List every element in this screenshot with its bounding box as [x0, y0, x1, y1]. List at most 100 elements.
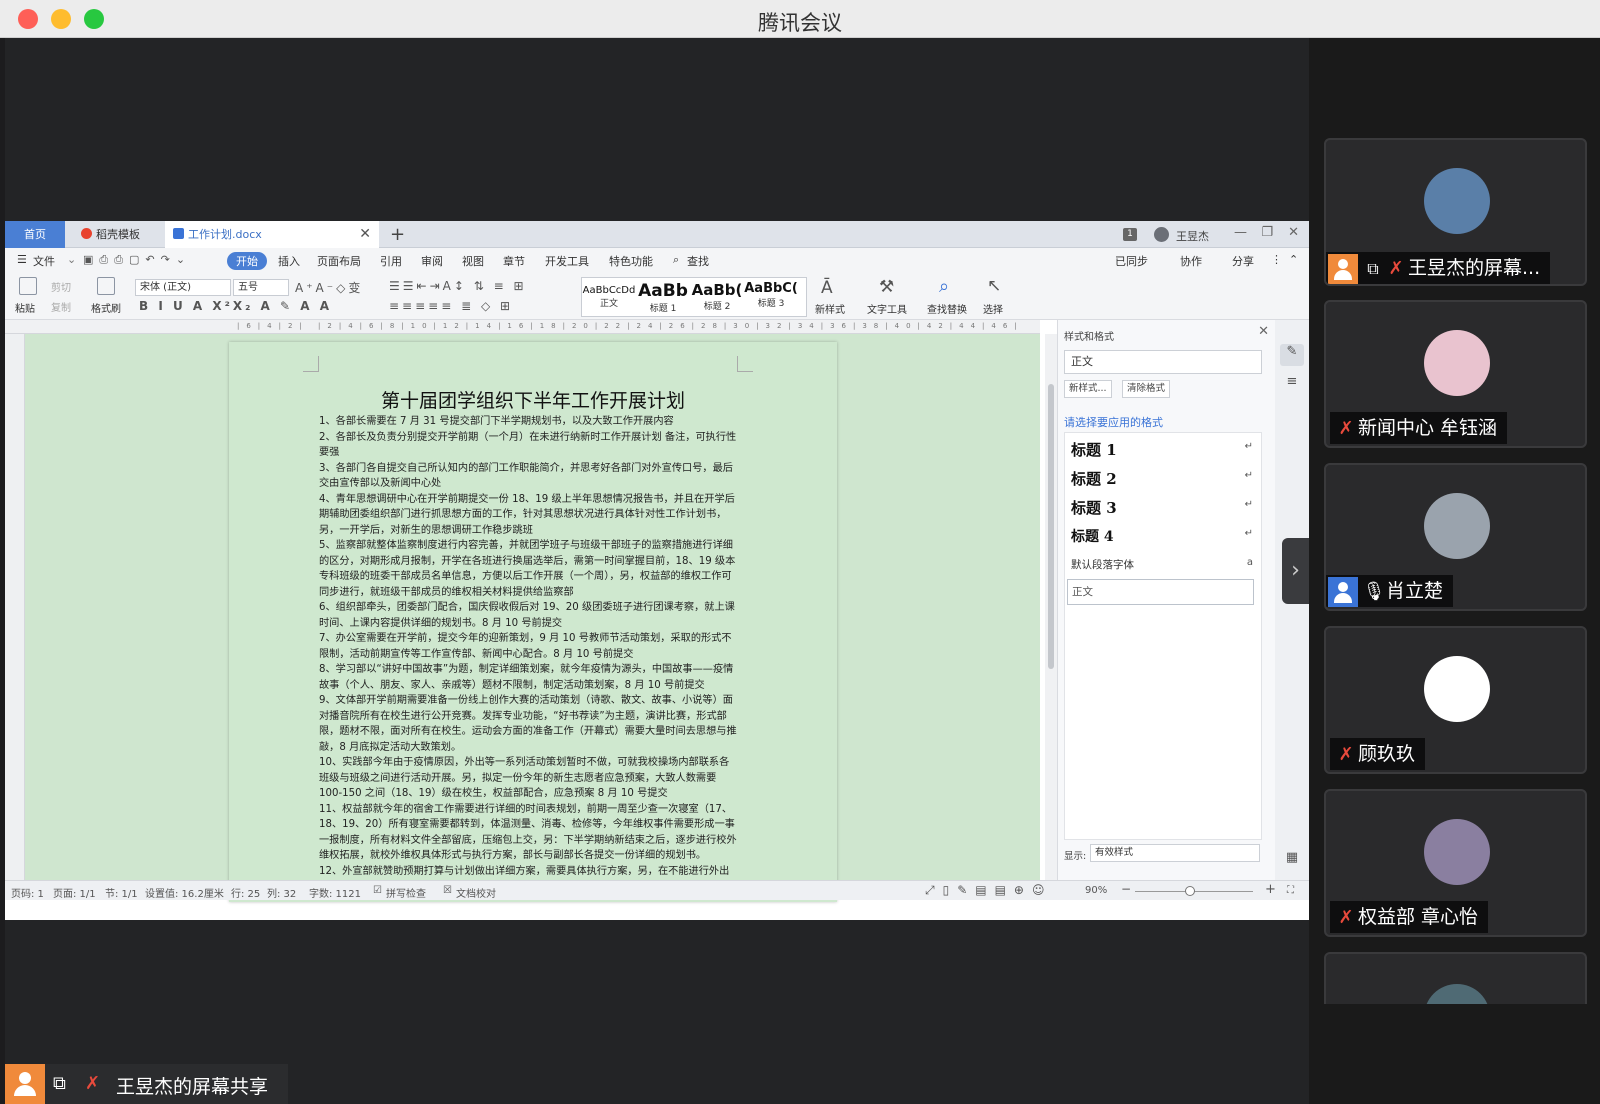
sync-status[interactable]: 已同步 [1115, 253, 1148, 269]
share-button[interactable]: 分享 [1232, 253, 1254, 269]
style-list-heading-4[interactable]: 标题 4 [1071, 526, 1114, 546]
new-style-icon[interactable]: Ā [821, 278, 833, 298]
zoom-out-icon[interactable]: − [1121, 882, 1131, 896]
spell-check-icon[interactable]: ☑ [373, 885, 382, 896]
vertical-ruler[interactable] [5, 334, 25, 900]
search-icon[interactable]: ⌕ [673, 253, 679, 267]
styles-panel-title: 样式和格式 [1064, 332, 1114, 343]
style-list-heading-1[interactable]: 标题 1 [1071, 439, 1117, 460]
zoom-in-icon[interactable]: + [1265, 882, 1276, 897]
menu-chapter[interactable]: 章节 [503, 253, 525, 269]
menu-home[interactable]: 开始 [227, 252, 267, 270]
style-list-heading-3[interactable]: 标题 3 [1071, 497, 1117, 518]
quick-access-icons[interactable]: ▣⎙⎙▢↶↷⌄ [83, 253, 191, 267]
new-style-button[interactable]: 新样式 [815, 301, 845, 316]
participant-tile-partial[interactable] [1324, 952, 1587, 1004]
tab-document[interactable]: 工作计划.docx ✕ [165, 221, 379, 248]
style-heading-1[interactable]: AaBb 标题 1 [636, 278, 690, 318]
spell-check-button[interactable]: 拼写检查 [386, 885, 426, 900]
font-size-tools[interactable]: A⁺A⁻◇变 [295, 279, 363, 296]
scrollbar-thumb[interactable] [1048, 384, 1054, 669]
window-count-badge[interactable]: 1 [1123, 228, 1137, 241]
collapse-sidebar-chevron-icon[interactable]: › [1282, 538, 1309, 604]
zoom-slider-handle[interactable] [1185, 886, 1195, 896]
show-label: 显示: [1064, 851, 1087, 862]
window-titlebar: 腾讯会议 [0, 0, 1600, 38]
menu-insert[interactable]: 插入 [278, 253, 300, 269]
menu-layout[interactable]: 页面布局 [317, 253, 361, 269]
tab-home[interactable]: 首页 [5, 221, 65, 248]
fit-window-icon[interactable]: ⛶ [1287, 885, 1294, 896]
paste-icon[interactable] [19, 277, 37, 295]
wrench-icon[interactable]: ⚒ [879, 277, 894, 297]
grid-icon[interactable]: ▦ [1280, 850, 1304, 872]
current-style-select[interactable]: 正文 [1064, 350, 1262, 374]
menu-review[interactable]: 审阅 [421, 253, 443, 269]
horizontal-ruler[interactable]: |6|4|2| |2|4|6|8|10|12|14|16|18|20|22|24… [5, 320, 1040, 334]
find-replace-button[interactable]: 查找替换 [927, 301, 967, 316]
chevron-down-icon[interactable]: ⌄ [67, 253, 76, 266]
apply-format-hint: 请选择要应用的格式 [1064, 416, 1163, 429]
user-name[interactable]: 王昱杰 [1176, 228, 1209, 244]
menu-features[interactable]: 特色功能 [609, 253, 653, 269]
align-tools[interactable]: ≡≡≡≡≡ ≣ ◇ ⊞ [389, 299, 513, 313]
show-filter-select[interactable]: 有效样式 [1090, 844, 1260, 862]
style-heading-2[interactable]: AaBb(标题 2 [690, 278, 744, 318]
participant-tile[interactable]: 🎙肖立楚 [1324, 463, 1587, 611]
view-mode-icons[interactable]: ⤢▯✎▤▤⊕☺ [925, 883, 1053, 898]
zoom-level[interactable]: 90% [1085, 885, 1107, 896]
font-name-select[interactable]: 宋体 (正文) [135, 279, 231, 296]
pen-icon[interactable]: ✎ [1280, 344, 1304, 366]
cut-button[interactable]: 剪切 [51, 279, 71, 294]
menu-find[interactable]: 查找 [687, 253, 709, 269]
document-scrollbar[interactable] [1045, 334, 1057, 894]
menu-devtools[interactable]: 开发工具 [545, 253, 589, 269]
paragraph: 10、实践部今年由于疫情原因，外出等一系列活动策划暂时不做，可就我校操场内部联系… [319, 757, 730, 799]
select-button[interactable]: 选择 [983, 301, 1003, 316]
proof-icon[interactable]: ☒ [443, 885, 452, 896]
menu-file[interactable]: 文件 [33, 253, 55, 269]
cursor-icon[interactable]: ↖ [987, 276, 1001, 296]
participant-tile[interactable]: ✗ 顾玖玖 [1324, 626, 1587, 774]
font-size-select[interactable]: 五号 [233, 279, 289, 296]
menu-view[interactable]: 视图 [462, 253, 484, 269]
more-icon[interactable]: ⋮ [1271, 253, 1282, 266]
new-tab-icon[interactable]: + [390, 224, 405, 245]
close-panel-icon[interactable]: ✕ [1258, 324, 1269, 339]
collapse-ribbon-icon[interactable]: ⌃ [1289, 253, 1298, 266]
text-format-tools[interactable]: B I U A X²X₂ A ✎ A A [139, 299, 332, 313]
participant-tile[interactable]: ⧉ ✗ 王昱杰的屏幕... [1324, 138, 1587, 286]
paragraph: 7、办公室需要在开学前，提交今年的迎新策划，9 月 10 号教师节活动策划，采取… [319, 633, 732, 660]
participant-tile[interactable]: ✗ 新闻中心 牟钰涵 [1324, 300, 1587, 448]
collaborate-button[interactable]: 协作 [1180, 253, 1202, 269]
minimize-icon[interactable]: — [1234, 225, 1247, 240]
restore-icon[interactable]: ❐ [1261, 225, 1273, 240]
format-painter-icon[interactable] [97, 277, 115, 295]
document-page[interactable]: 第十届团学组织下半年工作开展计划 1、各部长需要在 7 月 31 号提交部门下半… [229, 342, 837, 902]
close-icon[interactable]: ✕ [1288, 225, 1299, 240]
avatar[interactable] [1154, 227, 1169, 242]
copy-button[interactable]: 复制 [51, 299, 71, 314]
find-replace-icon[interactable]: ⌕ [939, 276, 949, 297]
style-list-normal[interactable]: 正文 [1067, 579, 1254, 605]
hamburger-icon[interactable]: ☰ [17, 253, 27, 266]
clear-format-button[interactable]: 清除格式 [1122, 380, 1171, 398]
settings-sliders-icon[interactable]: ≡ [1280, 374, 1304, 396]
style-normal[interactable]: AaBbCcDd 正文 [582, 278, 636, 318]
proof-button[interactable]: 文档校对 [456, 885, 496, 900]
tab-templates[interactable]: 稻壳模板 [73, 221, 161, 248]
page-corner-mark [737, 356, 753, 372]
style-heading-3[interactable]: AaBbC(标题 3 [744, 278, 798, 318]
text-tools-button[interactable]: 文字工具 [867, 301, 907, 316]
new-style-panel-button[interactable]: 新样式... [1064, 380, 1112, 398]
status-words[interactable]: 字数: 1121 [309, 885, 361, 900]
list-tools[interactable]: ☰☰⇤⇥A↕ ⇅ ≡ ⊞ [389, 279, 527, 293]
close-tab-icon[interactable]: ✕ [359, 221, 371, 248]
participant-tile[interactable]: ✗ 权益部 章心怡 [1324, 789, 1587, 937]
wps-tabbar: 首页 稻壳模板 工作计划.docx ✕ + 1 王昱杰 — ❐ ✕ [5, 221, 1309, 248]
paste-button[interactable]: 粘贴 [15, 300, 35, 315]
style-list-default-font[interactable]: 默认段落字体 [1071, 557, 1134, 572]
style-list-heading-2[interactable]: 标题 2 [1071, 468, 1117, 489]
menu-references[interactable]: 引用 [380, 253, 402, 269]
format-painter-button[interactable]: 格式刷 [91, 300, 121, 315]
